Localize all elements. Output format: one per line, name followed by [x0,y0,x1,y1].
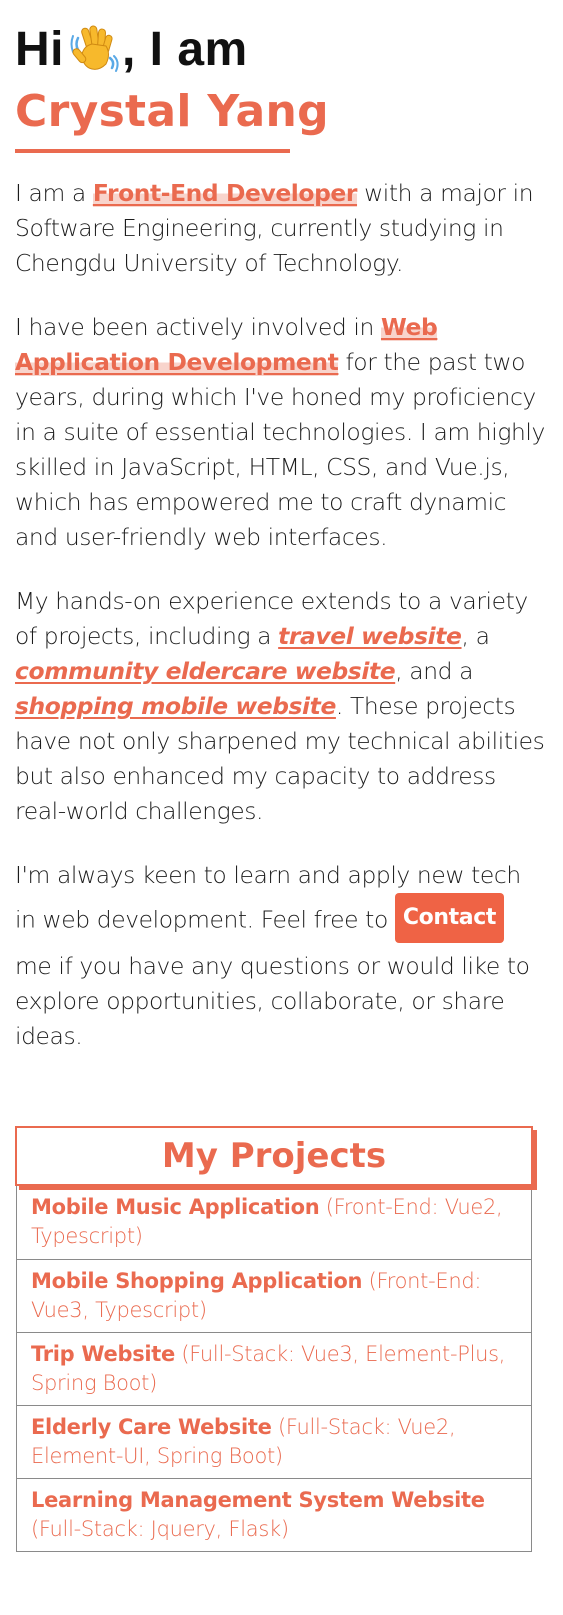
project-name: Mobile Shopping Application [31,1269,363,1293]
highlight-front-end-developer: Front-End Developer [92,179,358,207]
about-text: I have been actively involved in [15,313,381,341]
about-text: me if you have any questions or would li… [15,952,530,1050]
greeting-heading: Hi , I am [15,20,248,80]
projects-list: Mobile Music Application (Front-End: Vue… [16,1186,532,1552]
about-paragraph-4: I'm always keen to learn and apply new t… [15,858,545,1054]
project-item-mobile-shopping[interactable]: Mobile Shopping Application (Front-End: … [17,1259,531,1332]
about-text: for the past two years, during which I'v… [15,348,545,551]
about-section: I am a Front-End Developer with a major … [15,176,545,1083]
project-item-mobile-music[interactable]: Mobile Music Application (Front-End: Vue… [17,1186,531,1259]
project-item-learning-management[interactable]: Learning Management System Website (Full… [17,1478,531,1551]
about-text: , a [461,622,490,650]
about-paragraph-3: My hands-on experience extends to a vari… [15,584,545,829]
projects-title: My Projects [15,1126,533,1186]
project-name: Elderly Care Website [31,1415,272,1439]
project-name: Learning Management System Website [31,1488,485,1512]
greeting-i-am: , I am [122,23,248,76]
about-paragraph-1: I am a Front-End Developer with a major … [15,176,545,281]
contact-button[interactable]: Contact [394,893,504,943]
travel-website-link[interactable]: travel website [278,622,462,650]
project-name: Mobile Music Application [31,1195,320,1219]
about-paragraph-2: I have been actively involved in Web App… [15,310,545,555]
about-text: , and a [395,657,474,685]
projects-section: My Projects Mobile Music Application (Fr… [15,1126,533,1552]
waving-hand-icon [70,24,120,74]
project-item-trip-website[interactable]: Trip Website (Full-Stack: Vue3, Element-… [17,1332,531,1405]
name-underline [15,149,290,153]
project-tech: (Full-Stack: Jquery, Flask) [31,1517,289,1541]
greeting-hi: Hi [15,23,64,76]
project-item-elderly-care[interactable]: Elderly Care Website (Full-Stack: Vue2, … [17,1405,531,1478]
shopping-mobile-website-link[interactable]: shopping mobile website [15,692,336,720]
eldercare-website-link[interactable]: community eldercare website [15,657,396,685]
hero-name: Crystal Yang [15,86,329,137]
about-text: I am a [15,179,93,207]
project-name: Trip Website [31,1342,175,1366]
